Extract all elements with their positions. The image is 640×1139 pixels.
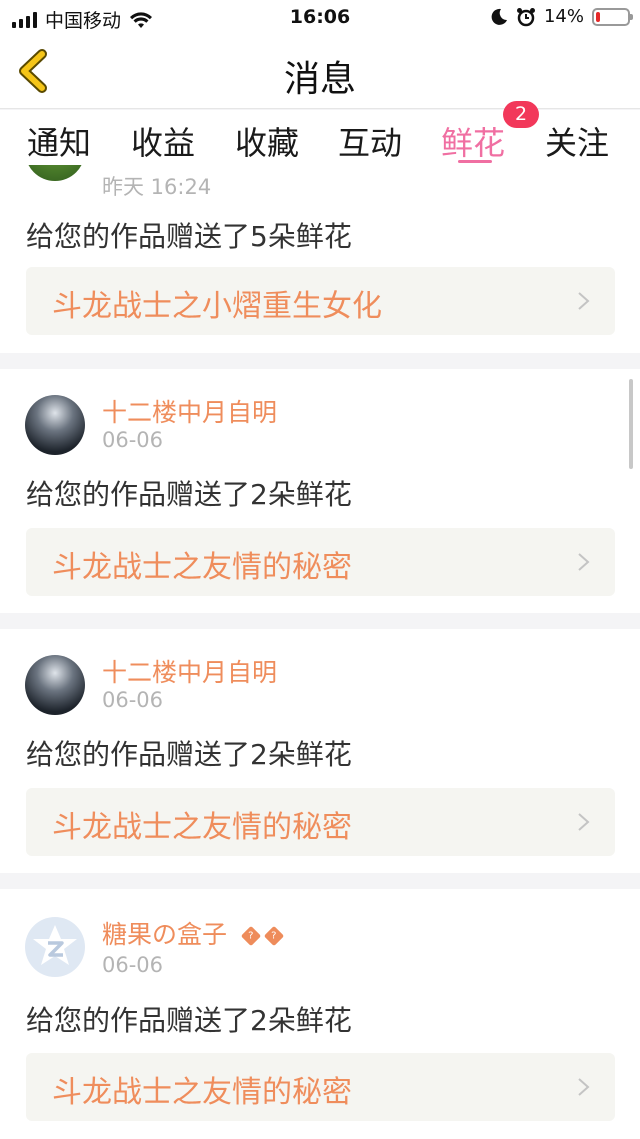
chevron-right-icon bbox=[578, 813, 590, 831]
tab-follows[interactable]: 关注 bbox=[545, 118, 609, 164]
username[interactable]: 糖果の盒子 ? ? bbox=[102, 915, 285, 951]
scrollbar[interactable] bbox=[629, 379, 633, 469]
status-right: 14% bbox=[490, 6, 633, 27]
message-date: 昨天 16:24 bbox=[102, 175, 212, 199]
chevron-right-icon bbox=[578, 292, 590, 310]
battery-fill bbox=[596, 11, 600, 22]
chevron-right-icon bbox=[578, 1078, 590, 1096]
tab-earnings[interactable]: 收益 bbox=[131, 118, 195, 164]
chevron-right-icon bbox=[578, 553, 590, 571]
tab-flowers[interactable]: 鲜花 bbox=[441, 118, 505, 164]
list-item: 糖果の盒子 ? ? 06-06 给您的作品赠送了2朵鲜花 斗龙战士之友情的秘密 bbox=[0, 889, 640, 1139]
alarm-icon bbox=[516, 7, 535, 26]
work-link[interactable]: 斗龙战士之小熠重生女化 bbox=[26, 267, 615, 335]
user-badges: ? ? bbox=[240, 925, 285, 947]
username[interactable]: 十二楼中月自明 bbox=[102, 653, 277, 689]
page-title: 消息 bbox=[283, 59, 356, 100]
message-text: 给您的作品赠送了2朵鲜花 bbox=[26, 478, 352, 511]
status-bar: 中国移动 16:06 14% bbox=[0, 0, 640, 34]
navigation-bar: 消息 bbox=[0, 34, 640, 109]
tab-notifications[interactable]: 通知 bbox=[27, 118, 91, 164]
work-title: 斗龙战士之友情的秘密 bbox=[52, 550, 352, 585]
tab-bar: 通知 收益 收藏 互动 鲜花 关注 bbox=[0, 110, 640, 165]
tab-favorites[interactable]: 收藏 bbox=[235, 118, 299, 164]
message-date: 06-06 bbox=[102, 953, 164, 977]
default-avatar-icon bbox=[33, 925, 77, 965]
user-badge-icon: ? bbox=[263, 925, 285, 947]
work-title: 斗龙战士之友情的秘密 bbox=[52, 1075, 352, 1110]
list-item: 昨天 16:24 给您的作品赠送了5朵鲜花 斗龙战士之小熠重生女化 bbox=[0, 165, 640, 353]
message-date: 06-06 bbox=[102, 688, 164, 712]
message-list[interactable]: 昨天 16:24 给您的作品赠送了5朵鲜花 斗龙战士之小熠重生女化 十二楼中月自… bbox=[0, 165, 640, 1139]
work-link[interactable]: 斗龙战士之友情的秘密 bbox=[26, 528, 615, 596]
message-text: 给您的作品赠送了2朵鲜花 bbox=[26, 738, 352, 771]
work-title: 斗龙战士之友情的秘密 bbox=[52, 810, 352, 845]
moon-icon bbox=[491, 8, 507, 25]
battery-icon bbox=[592, 7, 633, 26]
message-text: 给您的作品赠送了2朵鲜花 bbox=[26, 1004, 352, 1037]
list-item: 十二楼中月自明 06-06 给您的作品赠送了2朵鲜花 斗龙战士之友情的秘密 bbox=[0, 369, 640, 613]
unread-badge: 2 bbox=[503, 101, 539, 128]
avatar[interactable] bbox=[25, 917, 85, 977]
tab-interactions[interactable]: 互动 bbox=[338, 118, 402, 164]
active-tab-indicator bbox=[458, 160, 492, 163]
work-title: 斗龙战士之小熠重生女化 bbox=[52, 289, 382, 324]
username-text: 糖果の盒子 bbox=[102, 920, 228, 949]
work-link[interactable]: 斗龙战士之友情的秘密 bbox=[26, 788, 615, 856]
work-link[interactable]: 斗龙战士之友情的秘密 bbox=[26, 1053, 615, 1121]
avatar[interactable] bbox=[25, 395, 85, 455]
message-text: 给您的作品赠送了5朵鲜花 bbox=[26, 220, 352, 253]
username[interactable]: 十二楼中月自明 bbox=[102, 393, 277, 429]
avatar[interactable] bbox=[25, 655, 85, 715]
battery-percent: 14% bbox=[543, 6, 584, 27]
list-item: 十二楼中月自明 06-06 给您的作品赠送了2朵鲜花 斗龙战士之友情的秘密 bbox=[0, 629, 640, 873]
user-badge-icon: ? bbox=[240, 925, 262, 947]
message-date: 06-06 bbox=[102, 428, 164, 452]
avatar[interactable] bbox=[25, 165, 85, 181]
